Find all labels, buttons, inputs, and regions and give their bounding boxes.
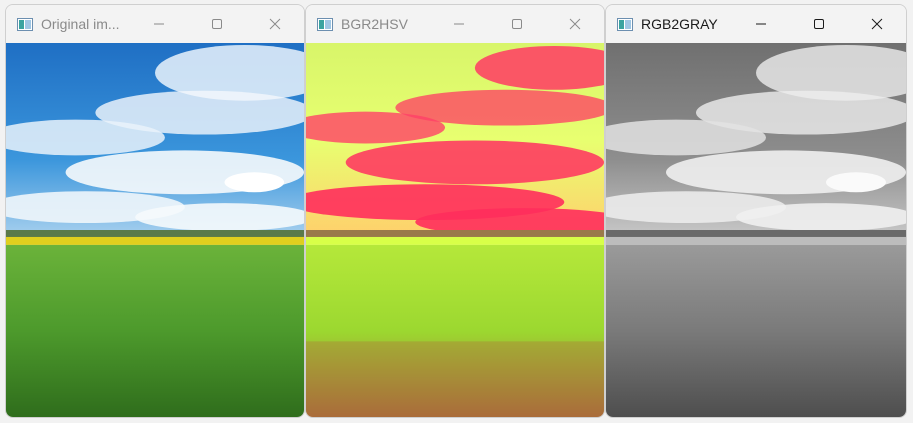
close-icon	[871, 18, 883, 30]
window-original-image[interactable]: Original im...	[5, 4, 305, 418]
window-title: BGR2HSV	[341, 16, 408, 32]
desktop: Original im... BGR2HSV RGB2GRAY	[0, 0, 913, 423]
close-icon	[269, 18, 281, 30]
maximize-icon	[212, 19, 222, 29]
image-original	[6, 43, 304, 417]
minimize-icon	[154, 23, 164, 25]
window-title: Original im...	[41, 16, 120, 32]
image-viewport	[6, 43, 304, 417]
image-gray	[606, 43, 906, 417]
maximize-icon	[814, 19, 824, 29]
minimize-icon	[756, 23, 766, 25]
image-viewport	[606, 43, 906, 417]
close-button[interactable]	[848, 5, 906, 43]
titlebar[interactable]: RGB2GRAY	[606, 5, 906, 43]
minimize-button[interactable]	[732, 5, 790, 43]
minimize-button[interactable]	[430, 5, 488, 43]
window-controls	[732, 5, 906, 43]
close-icon	[569, 18, 581, 30]
image-viewport	[306, 43, 604, 417]
image-window-icon	[17, 17, 33, 31]
titlebar[interactable]: Original im...	[6, 5, 304, 43]
maximize-button[interactable]	[790, 5, 848, 43]
maximize-button[interactable]	[488, 5, 546, 43]
window-rgb2gray[interactable]: RGB2GRAY	[605, 4, 907, 418]
window-title: RGB2GRAY	[641, 16, 718, 32]
minimize-button[interactable]	[130, 5, 188, 43]
titlebar[interactable]: BGR2HSV	[306, 5, 604, 43]
window-controls	[130, 5, 304, 43]
maximize-icon	[512, 19, 522, 29]
window-controls	[430, 5, 604, 43]
window-bgr2hsv[interactable]: BGR2HSV	[305, 4, 605, 418]
close-button[interactable]	[246, 5, 304, 43]
image-window-icon	[617, 17, 633, 31]
maximize-button[interactable]	[188, 5, 246, 43]
image-window-icon	[317, 17, 333, 31]
minimize-icon	[454, 23, 464, 25]
image-hsv	[306, 43, 604, 417]
close-button[interactable]	[546, 5, 604, 43]
